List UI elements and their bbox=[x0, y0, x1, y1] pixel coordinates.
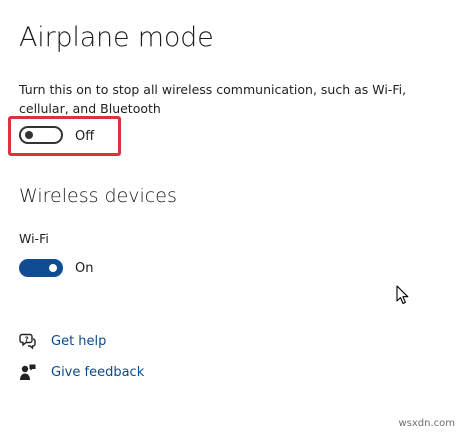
watermark: wsxdn.com bbox=[398, 418, 455, 429]
wifi-state-label: On bbox=[75, 261, 94, 276]
give-feedback-row[interactable]: Give feedback bbox=[19, 362, 144, 382]
help-chat-icon: ? bbox=[19, 332, 37, 350]
svg-text:?: ? bbox=[25, 336, 29, 344]
wifi-label: Wi-Fi bbox=[19, 231, 49, 246]
toggle-knob bbox=[49, 264, 57, 272]
airplane-mode-toggle[interactable] bbox=[19, 126, 63, 144]
wifi-toggle[interactable] bbox=[19, 259, 63, 277]
wireless-devices-heading: Wireless devices bbox=[19, 185, 177, 207]
page-title: Airplane mode bbox=[19, 22, 214, 53]
toggle-knob bbox=[25, 131, 33, 139]
mouse-pointer-icon bbox=[396, 285, 410, 305]
airplane-mode-description: Turn this on to stop all wireless commun… bbox=[19, 82, 407, 116]
airplane-mode-state-label: Off bbox=[75, 129, 95, 144]
give-feedback-link[interactable]: Give feedback bbox=[51, 365, 144, 380]
feedback-person-icon bbox=[19, 363, 37, 381]
get-help-row[interactable]: ? Get help bbox=[19, 331, 106, 351]
get-help-link[interactable]: Get help bbox=[51, 334, 106, 349]
settings-page: Airplane mode Turn this on to stop all w… bbox=[0, 0, 461, 433]
